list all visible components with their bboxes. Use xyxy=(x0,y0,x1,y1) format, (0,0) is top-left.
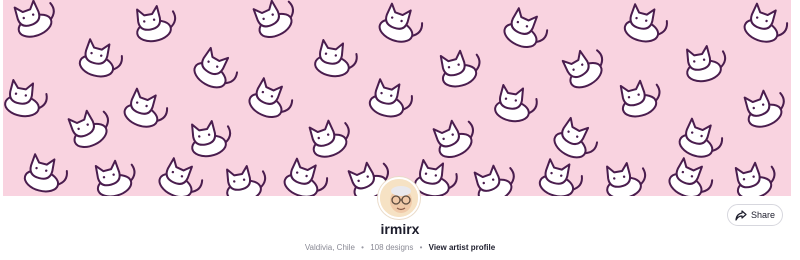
cat-doodle xyxy=(252,0,294,39)
cat-doodle xyxy=(283,157,329,196)
artist-meta: Valdivia, Chile • 108 designs • View art… xyxy=(0,243,800,252)
avatar[interactable] xyxy=(378,177,420,219)
cat-doodle xyxy=(678,117,724,158)
cat-doodle xyxy=(432,119,474,159)
artist-username: irmirx xyxy=(380,221,420,237)
cat-pattern-illustration xyxy=(4,0,789,196)
cat-doodle xyxy=(606,162,647,196)
cat-doodle xyxy=(743,89,785,128)
cat-doodle xyxy=(473,164,515,196)
cat-doodle xyxy=(136,5,177,43)
cat-doodle xyxy=(378,2,424,43)
cat-doodle xyxy=(158,157,204,196)
cat-doodle xyxy=(503,7,549,49)
cat-doodle xyxy=(94,159,136,196)
cat-doodle xyxy=(23,153,68,193)
cat-doodle xyxy=(494,84,538,123)
cat-doodle xyxy=(67,109,109,149)
cat-doodle xyxy=(414,159,458,196)
cat-doodle xyxy=(439,49,481,88)
cat-doodle xyxy=(191,120,232,158)
design-count: 108 designs xyxy=(370,243,414,252)
cat-doodle xyxy=(248,77,294,119)
cat-doodle xyxy=(743,2,789,43)
share-button[interactable]: Share xyxy=(727,204,783,226)
cat-doodle xyxy=(368,78,413,118)
cat-doodle xyxy=(226,165,267,196)
cat-doodle xyxy=(193,46,239,89)
cat-doodle xyxy=(314,39,358,78)
cat-doodle xyxy=(78,38,123,78)
cat-doodle xyxy=(686,45,727,83)
share-label: Share xyxy=(750,210,776,220)
cat-doodle xyxy=(734,161,776,196)
view-artist-profile-link[interactable]: View artist profile xyxy=(429,243,496,252)
cat-doodle xyxy=(619,79,661,118)
cat-doodle xyxy=(623,3,668,43)
cat-doodle xyxy=(553,116,599,159)
meta-separator: • xyxy=(419,243,423,252)
share-arrow-icon xyxy=(735,209,747,221)
cat-doodle xyxy=(538,158,583,196)
cat-doodle xyxy=(308,119,350,158)
artist-location: Valdivia, Chile xyxy=(304,243,355,252)
cat-doodle xyxy=(561,49,604,89)
profile-banner xyxy=(3,0,791,196)
meta-separator: • xyxy=(361,243,364,252)
cat-doodle xyxy=(123,87,169,128)
cat-doodle xyxy=(13,0,55,38)
cat-doodle xyxy=(668,157,714,196)
avatar-face-icon xyxy=(380,179,418,217)
cat-doodle xyxy=(4,79,48,118)
